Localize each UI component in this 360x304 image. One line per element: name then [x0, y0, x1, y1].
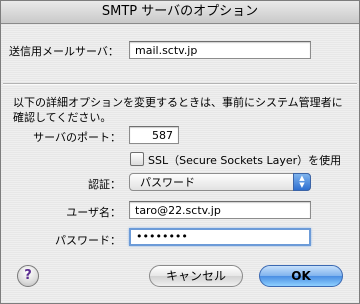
- username-label: ユーザ名：: [66, 206, 121, 219]
- help-button[interactable]: ?: [17, 265, 39, 287]
- authentication-select[interactable]: パスワード ▲ ▼: [129, 173, 311, 191]
- authentication-label: 認証：: [88, 178, 121, 191]
- server-port-field[interactable]: 587: [129, 126, 179, 144]
- ssl-label[interactable]: SSL（Secure Sockets Layer）を使用: [148, 152, 341, 168]
- window-title: SMTP サーバのオプション: [1, 1, 359, 24]
- ok-button[interactable]: OK: [259, 265, 343, 287]
- ssl-checkbox[interactable]: [130, 152, 144, 166]
- cancel-button[interactable]: キャンセル: [149, 265, 243, 287]
- advanced-options-note: 以下の詳細オプションを変更するときは、事前にシステム管理者に確認してください。: [13, 96, 343, 124]
- authentication-selected-value: パスワード: [140, 176, 195, 189]
- select-arrows-icon: ▲ ▼: [293, 173, 311, 191]
- outgoing-server-label: 送信用メールサーバ：: [9, 45, 119, 58]
- password-label: パスワード：: [55, 234, 121, 247]
- username-field[interactable]: taro@22.sctv.jp: [129, 201, 311, 219]
- outgoing-server-field[interactable]: mail.sctv.jp: [129, 41, 311, 59]
- password-field[interactable]: ••••••••: [129, 228, 311, 246]
- smtp-options-dialog: SMTP サーバのオプション 送信用メールサーバ： mail.sctv.jp 以…: [0, 0, 360, 304]
- server-port-label: サーバのポート：: [33, 131, 121, 144]
- separator: [3, 83, 357, 85]
